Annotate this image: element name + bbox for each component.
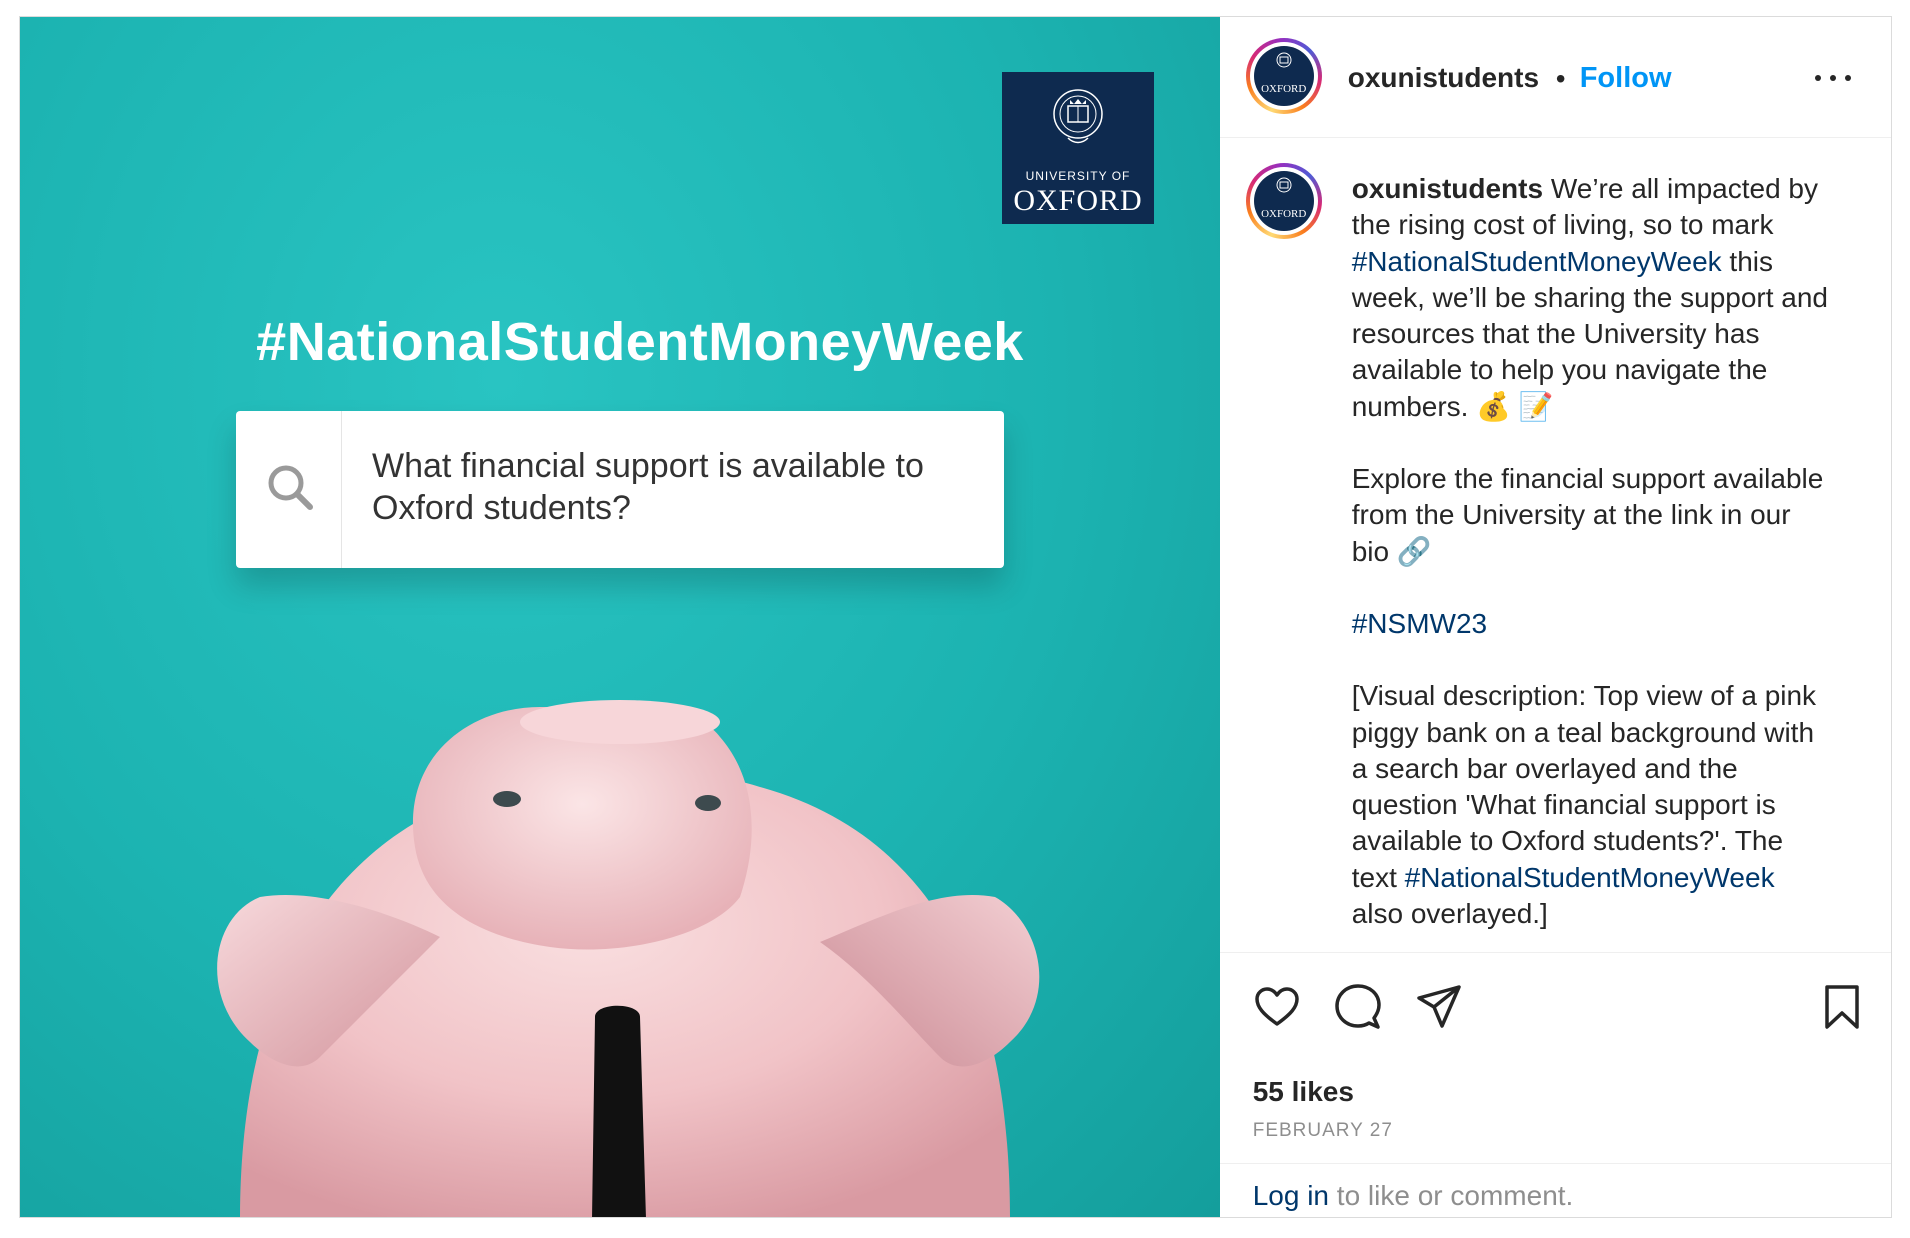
profile-avatar[interactable]: OXFORD: [1245, 38, 1322, 114]
caption-text: oxunistudents We’re all impacted by the …: [1352, 171, 1832, 932]
caption-paragraph-2: Explore the financial support available …: [1351, 463, 1824, 567]
login-rest-text: to like or comment.: [1329, 1180, 1574, 1211]
bookmark-icon[interactable]: [1818, 983, 1866, 1031]
caption-paragraph-4: [Visual description: Top view of a pink …: [1352, 678, 1832, 932]
caption-paragraph-1: oxunistudents We’re all impacted by the …: [1352, 171, 1832, 425]
caption-scroll-area[interactable]: OXFORD oxunistudents We’re all impacted …: [1219, 138, 1891, 953]
post-actions: 55 likes FEBRUARY 27: [1219, 953, 1891, 1164]
caption-paragraph-3: #NSMW23: [1352, 606, 1832, 642]
visual-description-b: also overlayed.]: [1351, 898, 1548, 930]
more-options-icon[interactable]: [1813, 67, 1853, 87]
crest-icon: [1276, 52, 1292, 68]
avatar-text: OXFORD: [1261, 83, 1307, 95]
logo-subtitle: UNIVERSITY OF: [1025, 169, 1131, 183]
crest-icon: [1276, 177, 1292, 193]
hashtag-link[interactable]: #NationalStudentMoneyWeek: [1352, 246, 1722, 277]
image-search-bar: What financial support is available to O…: [236, 411, 1004, 568]
search-divider: [341, 411, 342, 568]
post-sidebar: OXFORD oxunistudents • Follow OXFORD oxu…: [1219, 17, 1891, 1217]
login-link[interactable]: Log in: [1253, 1180, 1329, 1211]
post-date: FEBRUARY 27: [1252, 1120, 1393, 1141]
header-username[interactable]: oxunistudents: [1348, 62, 1539, 94]
logo-title: OXFORD: [1013, 184, 1143, 217]
caption-username[interactable]: oxunistudents: [1352, 173, 1543, 204]
image-hashtag-heading: #NationalStudentMoneyWeek: [256, 312, 1024, 372]
search-question: What financial support is available to O…: [372, 447, 924, 527]
follow-button[interactable]: Follow: [1580, 62, 1672, 95]
hashtag-link-2[interactable]: #NationalStudentMoneyWeek: [1405, 862, 1775, 893]
login-prompt-text: Log in to like or comment.: [1253, 1180, 1574, 1212]
post-image[interactable]: UNIVERSITY OF OXFORD #NationalStudentMon…: [20, 17, 1220, 1217]
post-header: OXFORD oxunistudents • Follow: [1219, 17, 1891, 138]
university-of-oxford-logo: UNIVERSITY OF OXFORD: [1002, 72, 1154, 224]
instagram-post: UNIVERSITY OF OXFORD #NationalStudentMon…: [19, 16, 1892, 1218]
login-prompt: Log in to like or comment.: [1220, 1164, 1891, 1217]
comment-icon[interactable]: [1334, 983, 1382, 1031]
caption-avatar[interactable]: OXFORD: [1245, 163, 1322, 239]
avatar-text: OXFORD: [1261, 208, 1307, 220]
oxford-crest-icon: [1053, 89, 1103, 144]
search-icon: [268, 465, 313, 510]
share-icon[interactable]: [1415, 983, 1463, 1031]
likes-count[interactable]: 55 likes: [1253, 1076, 1354, 1108]
heart-icon[interactable]: [1253, 983, 1301, 1031]
hashtag-link-nsmw23[interactable]: #NSMW23: [1352, 608, 1487, 639]
header-separator: •: [1555, 63, 1566, 94]
